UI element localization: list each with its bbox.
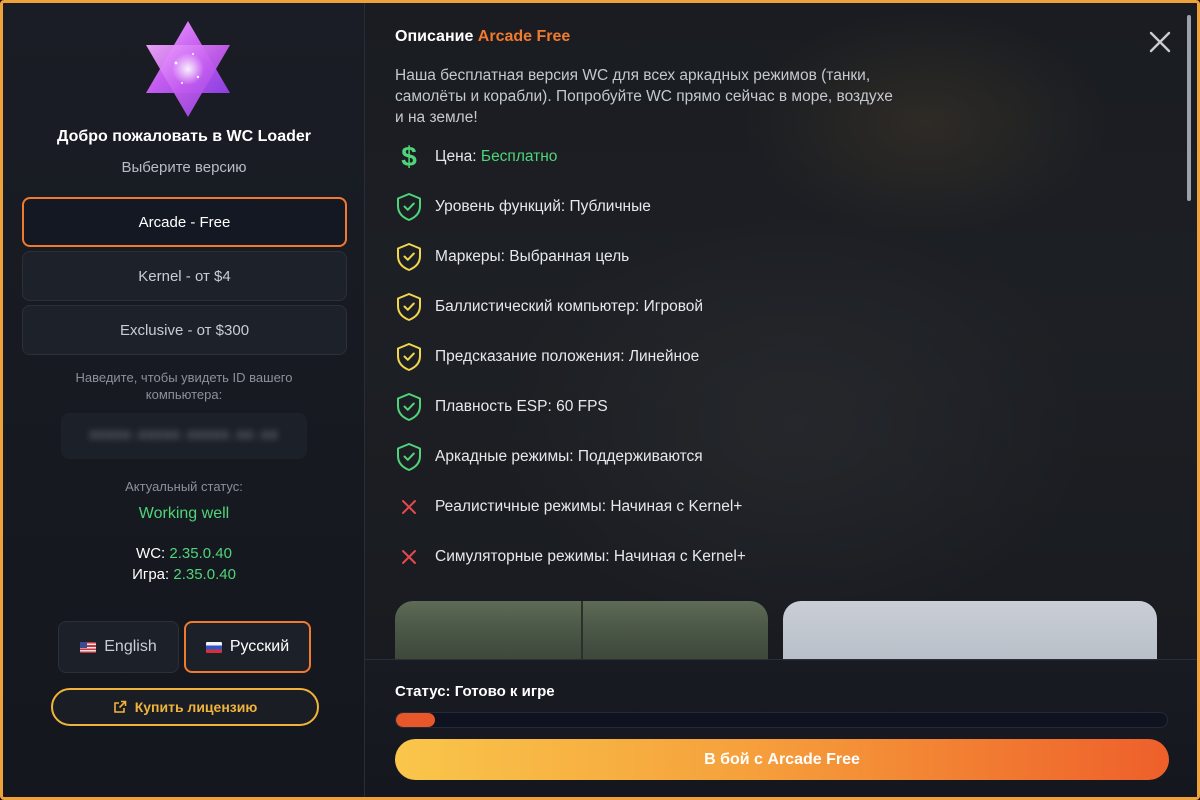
hwid-field[interactable]: XXXXX-XXXXX-XXXXX-XX-XX (61, 413, 307, 459)
language-russian-button[interactable]: Русский (184, 621, 311, 673)
feature-label: Баллистический компьютер: Игровой (435, 298, 703, 316)
buy-license-button[interactable]: Купить лицензию (51, 688, 319, 726)
language-english-button[interactable]: English (58, 621, 179, 673)
shield-check-green-icon (395, 392, 423, 422)
feature-item: Плавность ESP: 60 FPS (395, 392, 608, 422)
language-english-label: English (104, 638, 157, 655)
status-value: Working well (138, 505, 230, 522)
play-button[interactable]: В бой с Arcade Free (395, 739, 1169, 780)
feature-item: Симуляторные режимы: Начиная с Kernel+ (395, 542, 746, 572)
sidebar: Добро пожаловать в WC Loader Выберите ве… (3, 3, 365, 797)
close-icon[interactable] (1147, 29, 1173, 55)
app-window: Добро пожаловать в WC Loader Выберите ве… (0, 0, 1200, 800)
feature-label-text: Плавность ESP: 60 FPS (435, 398, 608, 415)
choose-version-label: Выберите версию (121, 159, 247, 176)
feature-label-text: Уровень функций: Публичные (435, 198, 651, 215)
game-status: Статус: Готово к игре (395, 683, 555, 700)
feature-item: Аркадные режимы: Поддерживаются (395, 442, 703, 472)
description-title-prefix: Описание (395, 28, 474, 45)
description-text: Наша бесплатная версия WC для всех аркад… (395, 67, 893, 126)
game-version-label: Игра: (132, 566, 170, 583)
feature-label-text: Реалистичные режимы: Начиная с Kernel+ (435, 498, 743, 515)
feature-label: Уровень функций: Публичные (435, 198, 651, 216)
feature-item: $ Цена: Бесплатно (395, 142, 557, 172)
star-logo-icon (146, 21, 230, 117)
feature-label: Симуляторные режимы: Начиная с Kernel+ (435, 548, 746, 566)
hwid-blurred-value: XXXXX-XXXXX-XXXXX-XX-XX (89, 429, 279, 443)
feature-label-text: Цена: (435, 148, 481, 165)
game-version-line: Игра: 2.35.0.40 (3, 566, 365, 583)
wc-version-line: WC: 2.35.0.40 (3, 545, 365, 562)
welcome-title: Добро пожаловать в WC Loader (57, 128, 311, 145)
feature-item: Предсказание положения: Линейное (395, 342, 699, 372)
shield-check-yellow-icon (395, 342, 423, 372)
feature-item: Маркеры: Выбранная цель (395, 242, 629, 272)
screenshot-thumbnail[interactable] (395, 601, 768, 661)
main-panel: Описание Arcade Free Наша бесплатная вер… (365, 3, 1197, 797)
feature-label-text: Баллистический компьютер: Игровой (435, 298, 704, 315)
feature-value: Бесплатно (480, 148, 558, 165)
description-title-accent: Arcade Free (477, 28, 571, 45)
shield-check-yellow-icon (395, 292, 423, 322)
version-arcade-free-button[interactable]: Arcade - Free (22, 197, 347, 247)
ru-flag-icon (205, 641, 222, 653)
status-label: Актуальный статус: (125, 479, 243, 494)
shield-check-green-icon (395, 192, 423, 222)
feature-item: Реалистичные режимы: Начиная с Kernel+ (395, 492, 742, 522)
feature-label: Плавность ESP: 60 FPS (435, 398, 608, 416)
description-title: Описание Arcade Free (395, 28, 570, 46)
wc-version-label: WC: (136, 545, 166, 562)
feature-label-text: Маркеры: Выбранная цель (435, 248, 630, 265)
version-kernel-button[interactable]: Kernel - от $4 (22, 251, 347, 301)
game-version-value: 2.35.0.40 (173, 566, 236, 583)
progress-bar (395, 712, 1168, 728)
feature-label: Реалистичные режимы: Начиная с Kernel+ (435, 498, 742, 516)
svg-text:$: $ (401, 143, 417, 171)
feature-label: Аркадные режимы: Поддерживаются (435, 448, 703, 466)
hwid-hint: Наведите, чтобы увидеть ID вашего компью… (75, 370, 293, 402)
us-flag-icon (80, 641, 97, 653)
feature-label-text: Аркадные режимы: Поддерживаются (435, 448, 703, 465)
feature-label-text: Симуляторные режимы: Начиная с Kernel+ (435, 548, 746, 565)
wc-version-value: 2.35.0.40 (169, 545, 232, 562)
progress-fill (396, 713, 435, 727)
feature-label: Цена: Бесплатно (435, 148, 557, 166)
feature-label-text: Предсказание положения: Линейное (435, 348, 700, 365)
feature-item: Баллистический компьютер: Игровой (395, 292, 703, 322)
shield-check-green-icon (395, 442, 423, 472)
bottom-bar: Статус: Готово к игре В бой с Arcade Fre… (365, 659, 1197, 797)
cross-icon (395, 492, 423, 522)
feature-item: Уровень функций: Публичные (395, 192, 651, 222)
language-russian-label: Русский (229, 638, 290, 655)
scrollbar[interactable] (1187, 15, 1191, 201)
version-exclusive-button[interactable]: Exclusive - от $300 (22, 305, 347, 355)
feature-label: Маркеры: Выбранная цель (435, 248, 629, 266)
dollar-icon: $ (395, 142, 423, 172)
screenshot-thumbnail[interactable] (783, 601, 1157, 661)
external-link-icon (113, 700, 126, 713)
shield-check-yellow-icon (395, 242, 423, 272)
feature-label: Предсказание положения: Линейное (435, 348, 699, 366)
cross-icon (395, 542, 423, 572)
buy-license-label: Купить лицензию (134, 699, 258, 715)
